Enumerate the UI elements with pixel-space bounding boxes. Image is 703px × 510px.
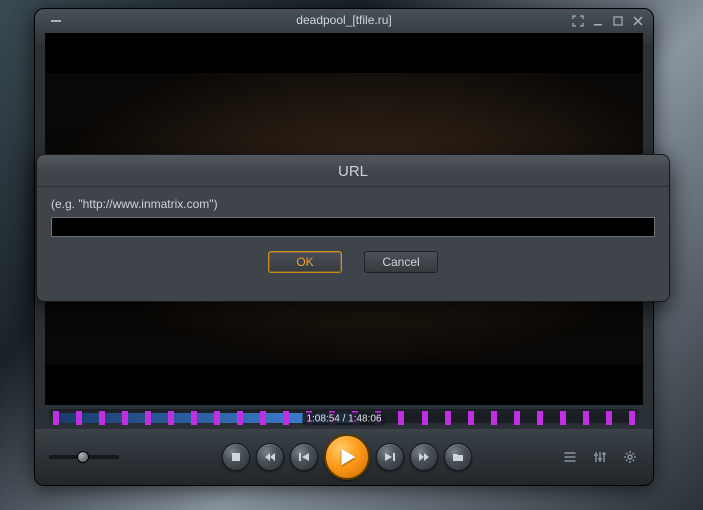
fullscreen-icon[interactable] [571, 14, 585, 28]
stop-button[interactable] [222, 443, 250, 471]
next-button[interactable] [376, 443, 404, 471]
open-button[interactable] [444, 443, 472, 471]
seekbar[interactable]: 1:08:54 / 1:48:06 [49, 409, 639, 427]
play-button[interactable] [324, 434, 370, 480]
volume-slider[interactable] [49, 455, 119, 459]
maximize-icon[interactable] [611, 14, 625, 28]
url-input[interactable] [51, 217, 655, 237]
timestamp: 1:08:54 / 1:48:06 [302, 413, 385, 426]
cancel-button[interactable]: Cancel [364, 251, 438, 273]
ok-button[interactable]: OK [268, 251, 342, 273]
playlist-icon[interactable] [561, 448, 579, 466]
rewind-button[interactable] [256, 443, 284, 471]
minimize-icon[interactable] [591, 14, 605, 28]
dialog-title: URL [37, 155, 669, 186]
controls [35, 429, 653, 485]
titlebar: deadpool_[tfile.ru] [35, 9, 653, 33]
fastforward-button[interactable] [410, 443, 438, 471]
dialog-hint: (e.g. "http://www.inmatrix.com") [51, 197, 655, 211]
window-title: deadpool_[tfile.ru] [35, 13, 653, 27]
system-menu-icon[interactable] [49, 14, 63, 28]
prev-button[interactable] [290, 443, 318, 471]
volume-knob[interactable] [77, 451, 89, 463]
close-icon[interactable] [631, 14, 645, 28]
equalizer-icon[interactable] [591, 448, 609, 466]
url-dialog: URL (e.g. "http://www.inmatrix.com") OK … [36, 154, 670, 302]
settings-icon[interactable] [621, 448, 639, 466]
